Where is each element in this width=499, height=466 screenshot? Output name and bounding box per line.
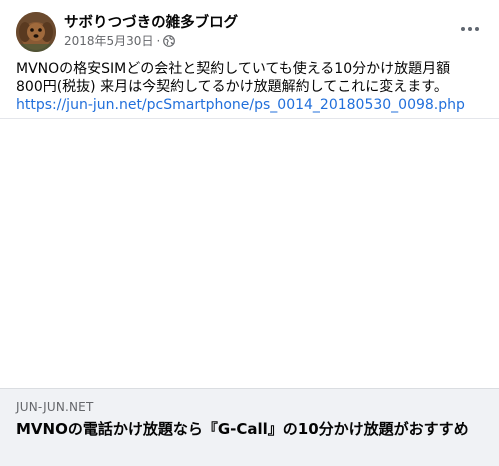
globe-icon	[163, 34, 176, 47]
author-avatar[interactable]	[16, 12, 56, 52]
message-line: MVNOの格安SIMどの会社と契約していても使える10分かけ放題月額	[16, 61, 451, 77]
link-preview-image[interactable]	[0, 118, 499, 389]
message-link-line: https://jun-jun.net/pcSmartphone/ps_0014…	[16, 96, 486, 114]
link-domain: JUN-JUN.NET	[16, 400, 94, 414]
post-date[interactable]: 2018年5月30日	[64, 32, 153, 49]
author-name[interactable]: サボりつづきの雑多ブログ	[64, 11, 238, 32]
more-options-button[interactable]	[457, 16, 483, 42]
dog-avatar-image	[16, 12, 56, 52]
meta-separator: ·	[156, 33, 161, 48]
post-message: MVNOの格安SIMどの会社と契約していても使える10分かけ放題月額 800円(…	[16, 60, 486, 114]
post-header: サボりつづきの雑多ブログ 2018年5月30日 ·	[0, 0, 499, 56]
shared-url-link[interactable]: https://jun-jun.net/pcSmartphone/ps_0014…	[16, 97, 465, 113]
facebook-post: サボりつづきの雑多ブログ 2018年5月30日 · MVNOの格安SIMどの会社…	[0, 0, 499, 466]
link-preview-card[interactable]: JUN-JUN.NET MVNOの電話かけ放題なら『G-Call』の10分かけ放…	[0, 388, 499, 466]
link-title[interactable]: MVNOの電話かけ放題なら『G-Call』の10分かけ放題がおすすめ	[16, 419, 481, 439]
message-line: 800円(税抜) 来月は今契約してるかけ放題解約してこれに変えます。	[16, 79, 448, 95]
more-options-icon	[461, 27, 479, 31]
post-meta: 2018年5月30日 ·	[64, 32, 176, 49]
